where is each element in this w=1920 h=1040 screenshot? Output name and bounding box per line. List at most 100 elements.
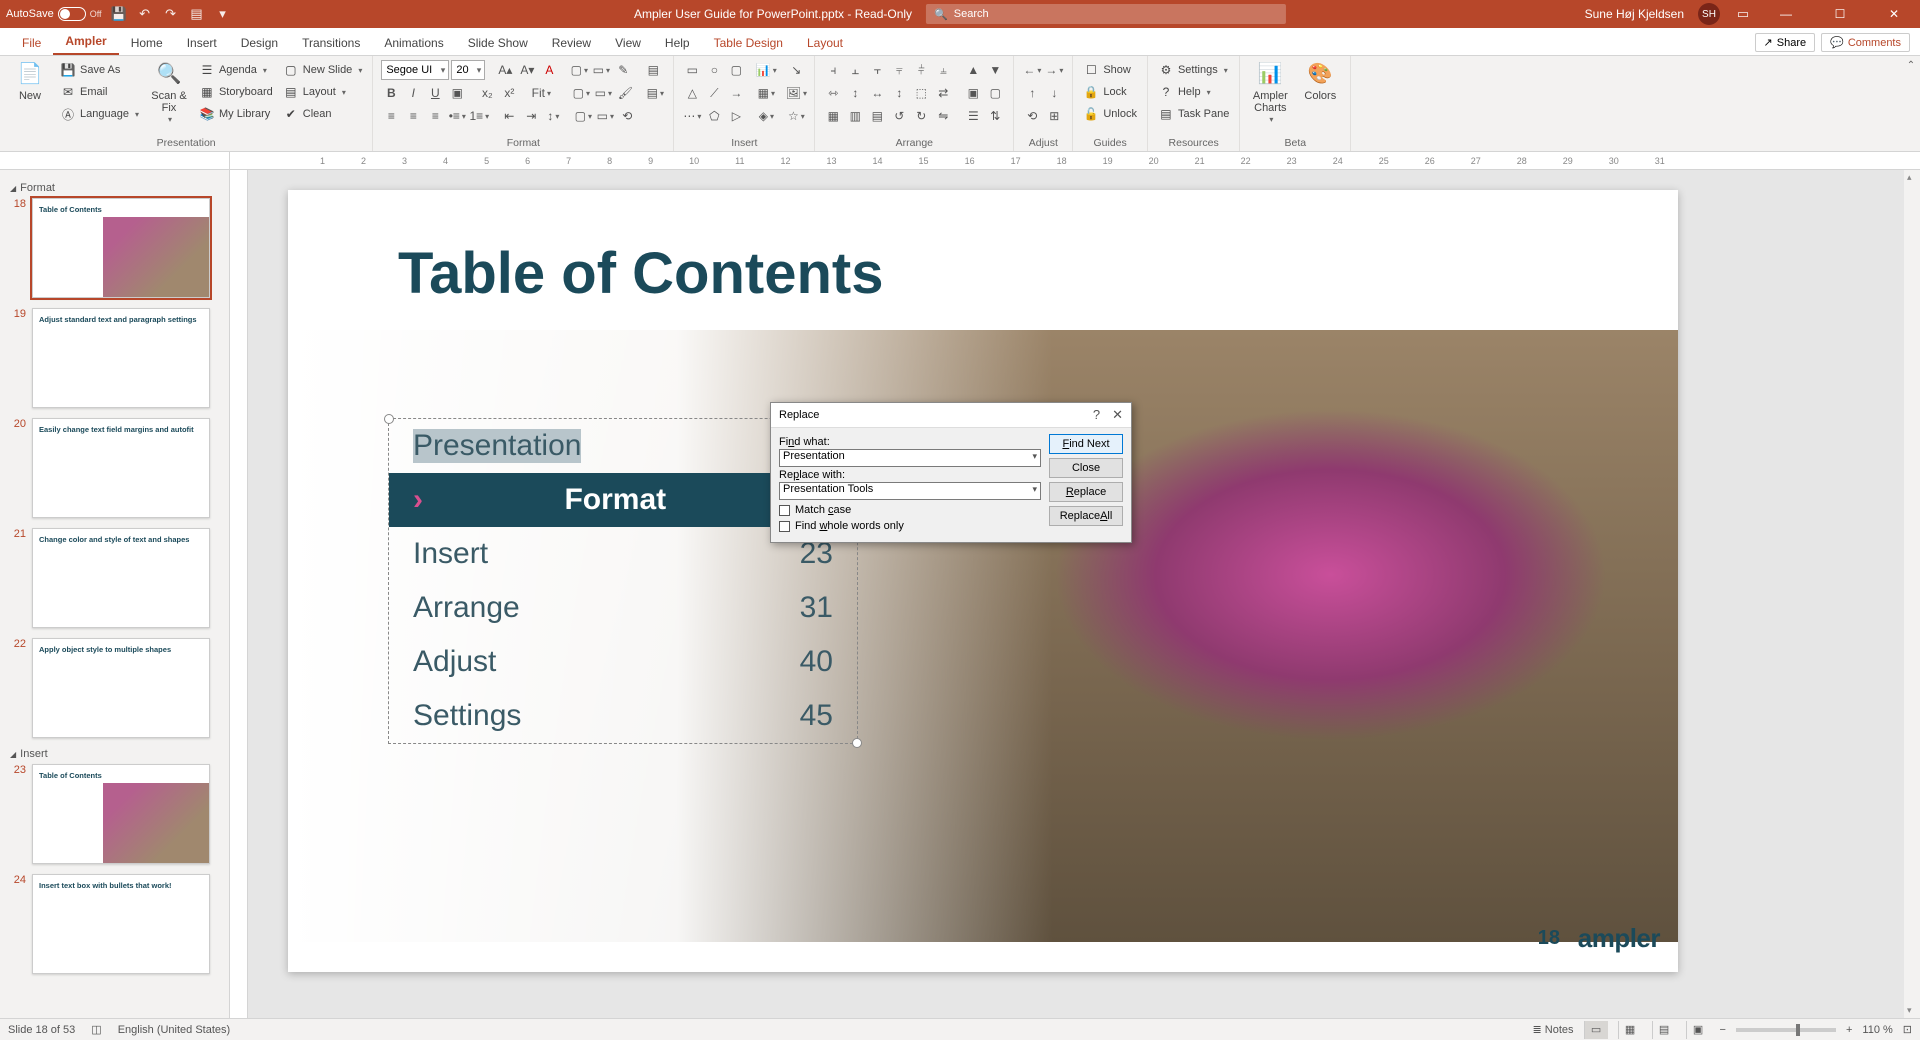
lock-guides-button[interactable]: 🔒Lock (1081, 82, 1139, 102)
shape-style-icon[interactable]: ▢ (573, 106, 593, 126)
slide-thumbnail[interactable]: Adjust standard text and paragraph setti… (32, 308, 210, 408)
replace-button[interactable]: Replace (1049, 482, 1123, 502)
ampler-charts-button[interactable]: 📊Ampler Charts (1248, 60, 1292, 125)
tab-transitions[interactable]: Transitions (290, 30, 372, 55)
slide-thumbnail-pane[interactable]: Format18Table of Contents19Adjust standa… (0, 170, 230, 1018)
rotate-left-icon[interactable]: ↺ (889, 106, 909, 126)
shape-chevron-icon[interactable]: ▷ (726, 106, 746, 126)
undo-icon[interactable]: ↶ (136, 5, 154, 23)
fit-to-window-icon[interactable]: ⊡ (1903, 1023, 1912, 1036)
nudge-left-icon[interactable]: ← (1022, 60, 1042, 80)
qat-more-icon[interactable]: ▾ (214, 5, 232, 23)
tab-animations[interactable]: Animations (372, 30, 455, 55)
slideshow-view-icon[interactable]: ▣ (1686, 1021, 1710, 1039)
swap-icon[interactable]: ⇄ (933, 83, 953, 103)
match-case-checkbox[interactable]: Match case (779, 504, 1041, 516)
shape-roundrect-icon[interactable]: ▢ (726, 60, 746, 80)
shape-line-icon[interactable]: ⟋ (704, 83, 724, 103)
comments-button[interactable]: 💬Comments (1821, 33, 1910, 52)
numbering-icon[interactable]: 1≡ (469, 106, 489, 126)
save-as-button[interactable]: 💾Save As (58, 60, 141, 80)
smartart-icon[interactable]: ◈ (756, 106, 776, 126)
increase-indent-icon[interactable]: ⇥ (521, 106, 541, 126)
dialog-help-icon[interactable]: ? (1093, 407, 1100, 423)
normal-view-icon[interactable]: ▭ (1584, 1021, 1608, 1039)
present-icon[interactable]: ▤ (188, 5, 206, 23)
shape-fill-icon[interactable]: ▢ (571, 83, 591, 103)
align-center-icon[interactable]: ≡ (403, 106, 423, 126)
format-painter-icon[interactable]: 🖌 (615, 83, 635, 103)
toc-row[interactable]: Arrange31 (389, 581, 857, 635)
chart-icon[interactable]: 📊 (756, 60, 776, 80)
slide-thumbnail[interactable]: Table of Contents (32, 764, 210, 864)
slide-canvas[interactable]: Table of Contents Presentation3Format18I… (288, 190, 1678, 972)
shape-effects-icon[interactable]: ▭ (595, 106, 615, 126)
zoom-level[interactable]: 110 % (1862, 1024, 1892, 1036)
search-input[interactable]: 🔍 Search (926, 4, 1286, 24)
accessibility-icon[interactable]: ◫ (91, 1023, 101, 1036)
autosave-toggle[interactable]: AutoSave Off (6, 7, 102, 21)
clear-format-icon[interactable]: ⟲ (617, 106, 637, 126)
nudge-right-icon[interactable]: → (1044, 60, 1064, 80)
language-button[interactable]: ⒶLanguage (58, 104, 141, 124)
align-right-icon[interactable]: ≡ (425, 106, 445, 126)
same-width-icon[interactable]: ↔ (867, 83, 887, 103)
distribute-v-icon[interactable]: ↕ (845, 83, 865, 103)
toc-row[interactable]: Settings45 (389, 689, 857, 743)
tab-ampler[interactable]: Ampler (53, 28, 118, 55)
selection-pane-icon[interactable]: ☰ (963, 106, 983, 126)
scan-fix-button[interactable]: 🔍Scan & Fix (147, 60, 191, 125)
zoom-slider[interactable] (1736, 1028, 1836, 1032)
slide-thumbnail[interactable]: Insert text box with bullets that work! (32, 874, 210, 974)
align-middle-obj-icon[interactable]: ⫩ (911, 60, 931, 80)
distribute-h-icon[interactable]: ⇿ (823, 83, 843, 103)
settings-button[interactable]: ⚙Settings (1156, 60, 1231, 80)
save-icon[interactable]: 💾 (110, 5, 128, 23)
superscript-icon[interactable]: x² (499, 83, 519, 103)
slide-thumbnail[interactable]: Apply object style to multiple shapes (32, 638, 210, 738)
align-left-obj-icon[interactable]: ⫞ (823, 60, 843, 80)
dialog-close-icon[interactable]: ✕ (1112, 407, 1123, 423)
section-header[interactable]: Insert (10, 748, 219, 760)
same-height-icon[interactable]: ↕ (889, 83, 909, 103)
zoom-out-button[interactable]: − (1720, 1024, 1726, 1036)
fit-button[interactable]: Fit (521, 83, 561, 103)
ungroup-icon[interactable]: ▢ (985, 83, 1005, 103)
fill-color-icon[interactable]: ▢ (569, 60, 589, 80)
arrow-icon[interactable]: ↘ (786, 60, 806, 80)
text-box-icon[interactable]: ▤ (643, 60, 663, 80)
toc-row[interactable]: Adjust40 (389, 635, 857, 689)
grid-icon[interactable]: ▦ (823, 106, 843, 126)
bullets-icon[interactable]: •≡ (447, 106, 467, 126)
layout-button[interactable]: ▤Layout (281, 82, 365, 102)
line-color-icon[interactable]: ▭ (591, 60, 611, 80)
font-color-icon[interactable]: A (539, 60, 559, 80)
font-size-combo[interactable]: 20 (451, 60, 485, 80)
email-button[interactable]: ✉Email (58, 82, 141, 102)
decrease-indent-icon[interactable]: ⇤ (499, 106, 519, 126)
clean-button[interactable]: ✔Clean (281, 104, 365, 124)
maximize-button[interactable]: ☐ (1820, 0, 1860, 28)
align-left-icon[interactable]: ≡ (381, 106, 401, 126)
agenda-button[interactable]: ☰Agenda (197, 60, 275, 80)
icons-icon[interactable]: ☆ (786, 106, 806, 126)
stack-h-icon[interactable]: ▥ (845, 106, 865, 126)
close-dialog-button[interactable]: Close (1049, 458, 1123, 478)
my-library-button[interactable]: 📚My Library (197, 104, 275, 124)
highlight-icon[interactable]: ▣ (447, 83, 467, 103)
slide-edit-area[interactable]: Table of Contents Presentation3Format18I… (248, 170, 1920, 1018)
close-button[interactable]: ✕ (1874, 0, 1914, 28)
slide-thumbnail[interactable]: Change color and style of text and shape… (32, 528, 210, 628)
picture-icon[interactable]: 🖼 (786, 83, 806, 103)
slide-title[interactable]: Table of Contents (398, 240, 883, 307)
wrap-text-icon[interactable]: ▤ (645, 83, 665, 103)
font-family-combo[interactable]: Segoe UI (381, 60, 449, 80)
snap-icon[interactable]: ⊞ (1044, 106, 1064, 126)
more-shapes-icon[interactable]: ⋯ (682, 106, 702, 126)
align-center-obj-icon[interactable]: ⫠ (845, 60, 865, 80)
shrink-font-icon[interactable]: A▾ (517, 60, 537, 80)
sorter-view-icon[interactable]: ▦ (1618, 1021, 1642, 1039)
vertical-scrollbar[interactable] (1904, 170, 1920, 1018)
slide-thumbnail[interactable]: Easily change text field margins and aut… (32, 418, 210, 518)
bold-icon[interactable]: B (381, 83, 401, 103)
